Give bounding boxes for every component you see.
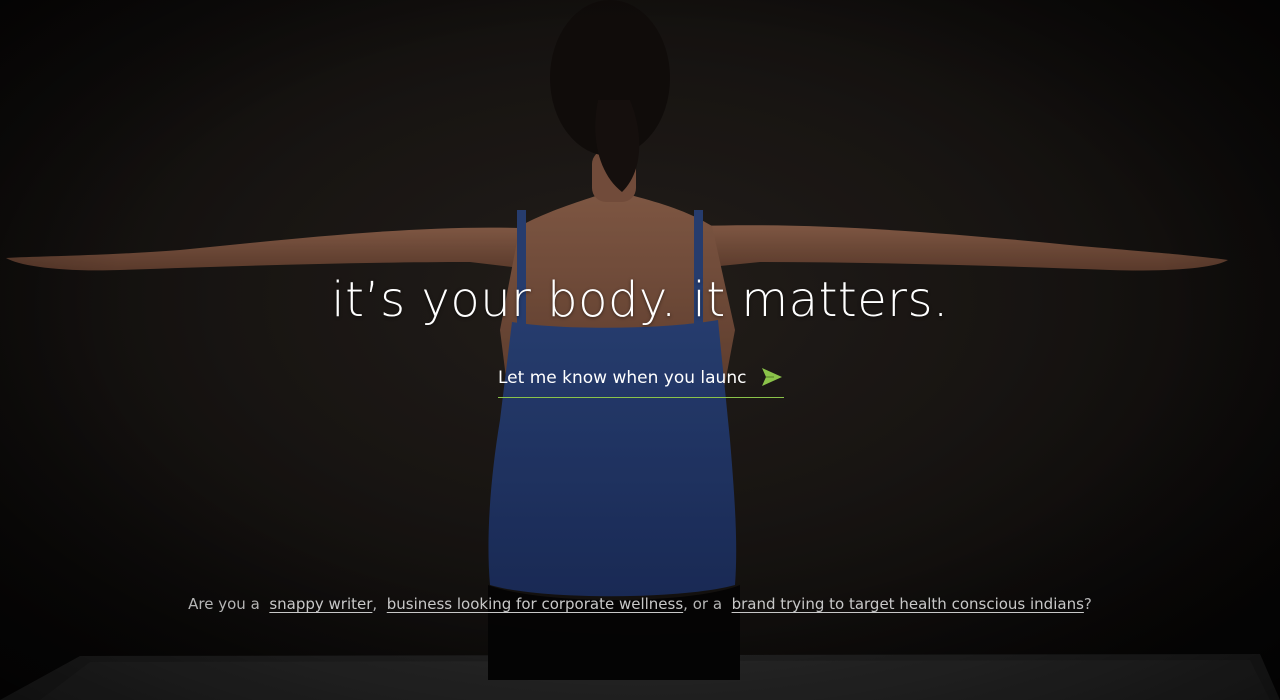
audience-tagline: Are you a snappy writer, business lookin…: [0, 595, 1280, 613]
tagline-suffix: ?: [1083, 595, 1092, 613]
corporate-wellness-link[interactable]: business looking for corporate wellness: [387, 595, 683, 613]
tagline-prefix: Are you a: [188, 595, 260, 613]
submit-button[interactable]: [760, 366, 784, 388]
launch-notify-email-input[interactable]: [498, 364, 748, 392]
hero-section: it’s your body. it matters. Are you a sn…: [0, 0, 1280, 700]
snappy-writer-link[interactable]: snappy writer: [269, 595, 372, 613]
tagline-separator: , or a: [683, 595, 723, 613]
hero-headline: it’s your body. it matters.: [331, 272, 949, 328]
send-arrow-icon: [762, 368, 782, 386]
brand-target-link[interactable]: brand trying to target health conscious …: [732, 595, 1084, 613]
tagline-separator: ,: [372, 595, 378, 613]
launch-signup-form: [498, 362, 784, 398]
